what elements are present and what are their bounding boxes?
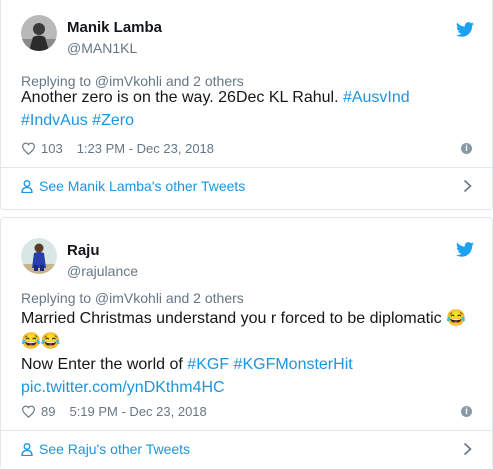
tweet-card[interactable]: Manik Lamba @MAN1KL Replying to @imVkohl… — [0, 0, 493, 210]
twitter-bird-icon[interactable] — [456, 22, 474, 37]
tweet-text-line: 😂😂 — [21, 330, 61, 353]
person-icon — [21, 442, 33, 456]
see-other-tweets-label[interactable]: See Manik Lamba's other Tweets — [39, 178, 245, 194]
info-icon[interactable]: i — [461, 143, 472, 154]
tweet-text: Another zero is on the way. 26Dec KL Rah… — [21, 89, 343, 106]
chevron-right-icon[interactable] — [463, 179, 472, 193]
tweet-text-line: pic.twitter.com/ynDKthm4HC — [21, 376, 225, 399]
person-icon — [21, 179, 33, 193]
laughing-emoji-icon: 😂 — [446, 310, 466, 327]
avatar[interactable] — [21, 238, 57, 274]
divider — [1, 430, 492, 431]
author-name[interactable]: Raju — [67, 242, 100, 259]
author-handle[interactable]: @MAN1KL — [67, 40, 137, 56]
laughing-emoji-icon: 😂 — [40, 333, 61, 350]
hashtag-link[interactable]: #IndvAus — [21, 112, 88, 129]
author-handle[interactable]: @rajulance — [67, 263, 138, 279]
hashtag-link[interactable]: #AusvInd — [343, 89, 410, 106]
laughing-emoji-icon: 😂 — [21, 333, 41, 350]
info-icon[interactable]: i — [461, 406, 472, 417]
see-other-tweets-link[interactable]: See Manik Lamba's other Tweets — [21, 176, 472, 196]
avatar-image — [21, 238, 57, 274]
tweet-text-line: #IndvAus #Zero — [21, 109, 134, 132]
see-other-tweets-link[interactable]: See Raju's other Tweets — [21, 439, 472, 459]
tweet-card[interactable]: Raju @rajulance Replying to @imVkohli an… — [0, 217, 493, 469]
avatar-image — [21, 15, 57, 51]
tweet-meta: 103 1:23 PM - Dec 23, 2018 — [21, 141, 214, 156]
divider — [1, 167, 492, 168]
hashtag-link[interactable]: #KGFMonsterHit — [234, 356, 353, 373]
like-count[interactable]: 89 — [41, 404, 55, 419]
timestamp-link[interactable]: 1:23 PM - Dec 23, 2018 — [77, 141, 214, 156]
chevron-right-icon[interactable] — [463, 442, 472, 456]
see-other-tweets-label[interactable]: See Raju's other Tweets — [39, 441, 190, 457]
author-name[interactable]: Manik Lamba — [67, 19, 162, 36]
heart-icon[interactable] — [21, 405, 36, 418]
heart-icon[interactable] — [21, 142, 36, 155]
avatar[interactable] — [21, 15, 57, 51]
tweet-text: Now Enter the world of — [21, 356, 188, 373]
tweet-meta: 89 5:19 PM - Dec 23, 2018 — [21, 404, 207, 419]
hashtag-link[interactable]: #KGF — [187, 356, 229, 373]
like-count[interactable]: 103 — [41, 141, 63, 156]
timestamp-link[interactable]: 5:19 PM - Dec 23, 2018 — [69, 404, 206, 419]
tweet-text-line: Another zero is on the way. 26Dec KL Rah… — [21, 86, 410, 109]
twitter-bird-icon[interactable] — [456, 242, 474, 257]
tweet-text-line: Now Enter the world of #KGF #KGFMonsterH… — [21, 353, 353, 376]
reply-to-text: Replying to @imVkohli and 2 others — [21, 290, 244, 306]
hashtag-link[interactable]: #Zero — [92, 112, 134, 129]
tweet-text-line: Married Christmas understand you r force… — [21, 307, 466, 330]
tweet-text: Married Christmas understand you r force… — [21, 310, 447, 327]
pic-link[interactable]: pic.twitter.com/ynDKthm4HC — [21, 379, 225, 396]
